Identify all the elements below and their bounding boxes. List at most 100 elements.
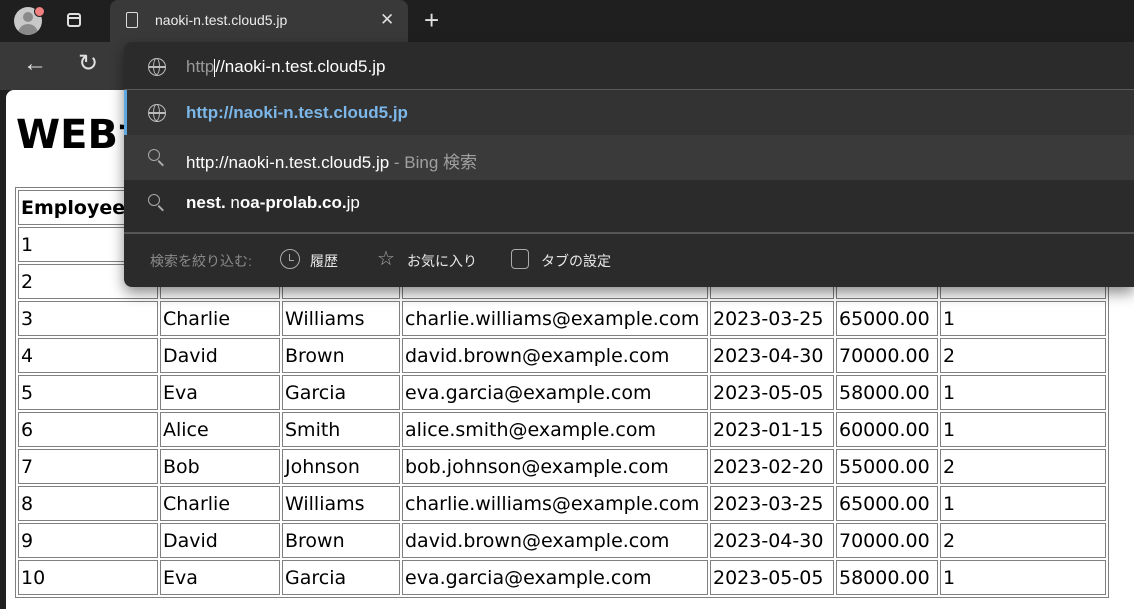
table-cell: Smith [282,412,400,447]
table-cell: 2023-04-30 [710,338,834,373]
table-cell: 3 [18,301,158,336]
suggestion-part: jp [346,193,360,212]
table-cell: 2023-03-25 [710,301,834,336]
notification-dot [34,6,45,17]
table-cell: 8 [18,486,158,521]
table-cell: Williams [282,486,400,521]
suggestion-part: oa-prolab.co. [239,193,347,212]
table-cell: 1 [940,375,1106,410]
search-icon [148,194,160,206]
active-tab[interactable]: naoki-n.test.cloud5.jp ✕ [110,0,408,42]
table-row: 5 Eva Garcia eva.garcia@example.com 2023-05-… [18,375,1106,410]
page-icon [126,12,138,28]
address-typed-prefix: http [186,57,215,76]
avatar-head [23,12,33,22]
table-cell: 5 [18,375,158,410]
table-cell: 9 [18,523,158,558]
suggestion-search[interactable]: http://naoki-n.test.cloud5.jp - Bing 検索 [124,135,1134,180]
table-cell: 55000.00 [836,449,938,484]
table-cell: 2 [940,338,1106,373]
suggestion-text: http://naoki-n.test.cloud5.jp [186,103,408,122]
table-cell: 65000.00 [836,301,938,336]
filter-tabs-label: タブの設定 [541,253,611,269]
table-cell: Brown [282,338,400,373]
table-cell: alice.smith@example.com [402,412,708,447]
table-cell: 2023-02-20 [710,449,834,484]
table-cell: david.brown@example.com [402,338,708,373]
table-cell: Garcia [282,375,400,410]
table-cell: 2023-04-30 [710,523,834,558]
filter-favorites-label: お気に入り [407,253,477,269]
table-cell: 2023-05-05 [710,560,834,595]
table-cell: 2 [940,523,1106,558]
table-cell: Charlie [160,486,280,521]
reload-button[interactable]: ↻ [78,49,98,78]
table-cell: david.brown@example.com [402,523,708,558]
table-row: 6 Alice Smith alice.smith@example.com 2023-0… [18,412,1106,447]
table-cell: 6 [18,412,158,447]
tab-actions-icon[interactable] [67,13,81,27]
table-cell: 7 [18,449,158,484]
tab-title: naoki-n.test.cloud5.jp [155,12,288,28]
table-cell: Alice [160,412,280,447]
table-cell: 2 [940,449,1106,484]
table-cell: Garcia [282,560,400,595]
search-icon [148,149,160,161]
back-button[interactable]: ← [23,50,47,78]
table-cell: 58000.00 [836,560,938,595]
table-cell: 4 [18,338,158,373]
table-cell: 1 [940,301,1106,336]
table-cell: Bob [160,449,280,484]
close-tab-icon[interactable]: ✕ [380,10,394,30]
table-cell: 65000.00 [836,486,938,521]
filter-label: 検索を絞り込む: [150,253,252,269]
table-cell: Johnson [282,449,400,484]
table-cell: Charlie [160,301,280,336]
table-cell: charlie.williams@example.com [402,301,708,336]
table-cell: bob.johnson@example.com [402,449,708,484]
history-icon [280,249,300,269]
table-cell: 60000.00 [836,412,938,447]
globe-icon [148,58,166,76]
table-cell: 58000.00 [836,375,938,410]
filter-history-label: 履歴 [310,253,338,269]
globe-icon [148,104,166,122]
table-row: 7 Bob Johnson bob.johnson@example.com 2023-0… [18,449,1106,484]
table-cell: 70000.00 [836,523,938,558]
table-cell: charlie.williams@example.com [402,486,708,521]
table-cell: Williams [282,301,400,336]
table-cell: 2023-01-15 [710,412,834,447]
address-bar[interactable]: http//naoki-n.test.cloud5.jp [124,42,1134,90]
tab-strip: naoki-n.test.cloud5.jp ✕ + [0,0,1134,42]
suggestion-url[interactable]: http://naoki-n.test.cloud5.jp [124,90,1134,135]
table-cell: 1 [940,412,1106,447]
table-row: 10 Eva Garcia eva.garcia@example.com 2023-05… [18,560,1106,595]
table-cell: Brown [282,523,400,558]
tabs-icon [511,249,529,269]
suggestion-text: http://naoki-n.test.cloud5.jp - Bing 検索 [186,148,477,173]
new-tab-button[interactable]: + [424,6,439,34]
table-cell: 1 [940,486,1106,521]
address-autocomplete: //naoki-n.test.cloud5.jp [215,57,386,76]
table-cell: eva.garcia@example.com [402,375,708,410]
search-filter-row: 検索を絞り込む: 履歴 ☆ お気に入り タブの設定 [124,232,1134,287]
avatar-body [18,24,38,35]
suggestion-search[interactable]: nest. noa-prolab.co.jp [124,180,1134,225]
suggestion-engine: - Bing 検索 [389,153,478,172]
suggestion-query: http://naoki-n.test.cloud5.jp [186,153,390,172]
table-cell: eva.garcia@example.com [402,560,708,595]
filter-history-button[interactable]: 履歴 [280,248,350,272]
filter-tabs-button[interactable]: タブの設定 [511,248,621,272]
table-cell: David [160,523,280,558]
filter-favorites-button[interactable]: ☆ お気に入り [377,248,477,272]
table-row: 8 Charlie Williams charlie.williams@example… [18,486,1106,521]
address-input[interactable]: http//naoki-n.test.cloud5.jp [186,57,385,77]
suggestion-text: nest. noa-prolab.co.jp [186,193,360,213]
address-bar-dropdown: http//naoki-n.test.cloud5.jp http://naok… [124,42,1134,287]
table-cell: Eva [160,560,280,595]
suggestion-part: nest. [186,193,226,212]
star-icon: ☆ [377,248,395,270]
suggestion-part: n [225,193,240,212]
table-cell: Eva [160,375,280,410]
table-cell: 2023-05-05 [710,375,834,410]
